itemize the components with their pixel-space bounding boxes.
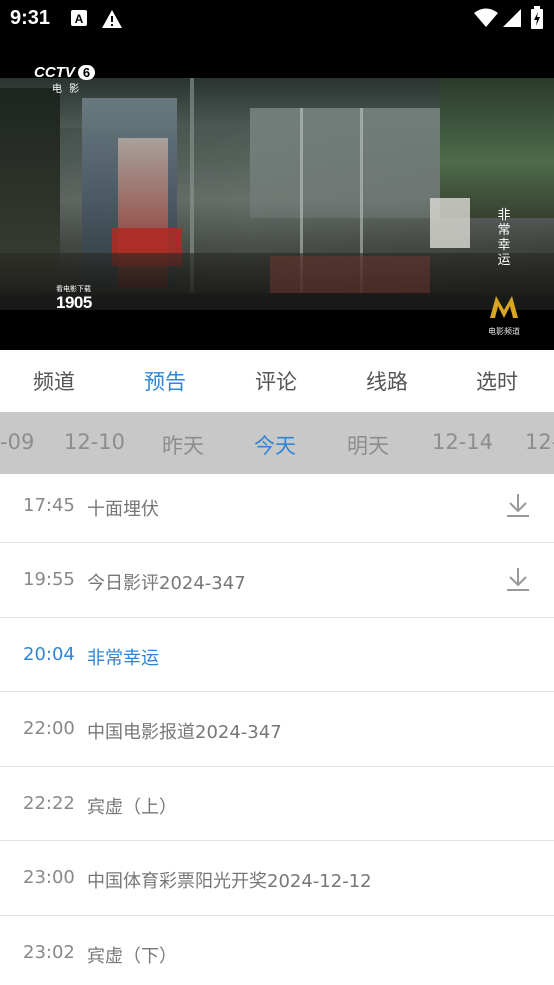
tab-time-select[interactable]: 选时 (476, 366, 518, 396)
program-row-current[interactable]: 20:04 非常幸运 (0, 618, 554, 692)
signal-icon (502, 8, 522, 32)
date-item-yesterday[interactable]: 昨天 (162, 430, 204, 460)
program-row[interactable]: 23:00 中国体育彩票阳光开奖2024-12-12 (0, 841, 554, 916)
program-title: 中国电影报道2024-347 (87, 722, 282, 743)
program-title: 今日影评2024-347 (87, 573, 246, 594)
program-time: 23:02 (23, 942, 75, 963)
date-selector: -09 12-10 昨天 今天 明天 12-14 12- (0, 412, 554, 474)
font-notification-icon: A (70, 9, 88, 31)
video-player[interactable]: CCTV 6 电 影 看电影下载 1905 非 常 幸 运 电影频道 (0, 40, 554, 350)
wifi-icon (474, 8, 498, 32)
date-item[interactable]: 12-10 (64, 430, 125, 454)
program-row[interactable]: 22:00 中国电影报道2024-347 (0, 692, 554, 767)
program-title: 十面埋伏 (87, 499, 159, 520)
status-bar: 9:31 A (0, 0, 554, 40)
download-icon[interactable] (504, 565, 532, 593)
watermark-big-text: 1905 (56, 293, 92, 312)
program-time: 20:04 (23, 644, 75, 665)
movie-channel-logo-text: 电影频道 (488, 327, 520, 336)
channel-number: 6 (77, 65, 96, 80)
program-time: 22:22 (23, 793, 75, 814)
date-item[interactable]: 12- (525, 430, 554, 454)
program-row[interactable]: 19:55 今日影评2024-347 (0, 543, 554, 618)
channel-subtitle: 电 影 (52, 84, 82, 95)
program-time: 17:45 (23, 495, 75, 516)
vertical-movie-title: 非 常 幸 运 (495, 208, 513, 268)
program-title: 宾虚（上） (87, 797, 177, 818)
program-title: 中国体育彩票阳光开奖2024-12-12 (87, 871, 372, 892)
vertical-title-char: 运 (497, 253, 511, 268)
tab-comments[interactable]: 评论 (255, 366, 297, 396)
channel-logo: CCTV 6 电 影 (34, 62, 96, 95)
alert-icon (101, 9, 123, 33)
program-title: 非常幸运 (87, 648, 159, 669)
tab-channel[interactable]: 频道 (33, 366, 75, 396)
date-item-today[interactable]: 今天 (254, 430, 296, 460)
watermark-1905: 看电影下载 1905 (56, 284, 92, 311)
tab-preview[interactable]: 预告 (144, 366, 186, 396)
channel-logo-text: CCTV (34, 64, 75, 81)
date-item-tomorrow[interactable]: 明天 (347, 430, 389, 460)
download-icon[interactable] (504, 491, 532, 519)
vertical-title-char: 非 (497, 208, 511, 223)
program-row[interactable]: 22:22 宾虚（上） (0, 767, 554, 841)
program-row[interactable]: 23:02 宾虚（下） (0, 916, 554, 985)
program-time: 19:55 (23, 569, 75, 590)
movie-channel-logo: 电影频道 (486, 294, 522, 337)
tab-bar: 频道 预告 评论 线路 选时 (0, 350, 554, 412)
letterbox-bottom (0, 310, 554, 350)
program-time: 23:00 (23, 867, 75, 888)
vertical-title-char: 常 (497, 223, 511, 238)
program-time: 22:00 (23, 718, 75, 739)
battery-charging-icon (530, 6, 544, 34)
date-item[interactable]: -09 (0, 430, 34, 454)
tab-routes[interactable]: 线路 (366, 366, 408, 396)
svg-text:A: A (75, 12, 84, 26)
status-time: 9:31 (10, 7, 51, 29)
m-logo-icon (490, 296, 518, 318)
program-title: 宾虚（下） (87, 946, 177, 967)
program-row[interactable]: 17:45 十面埋伏 (0, 474, 554, 543)
vertical-title-char: 幸 (497, 238, 511, 253)
date-item[interactable]: 12-14 (432, 430, 493, 454)
